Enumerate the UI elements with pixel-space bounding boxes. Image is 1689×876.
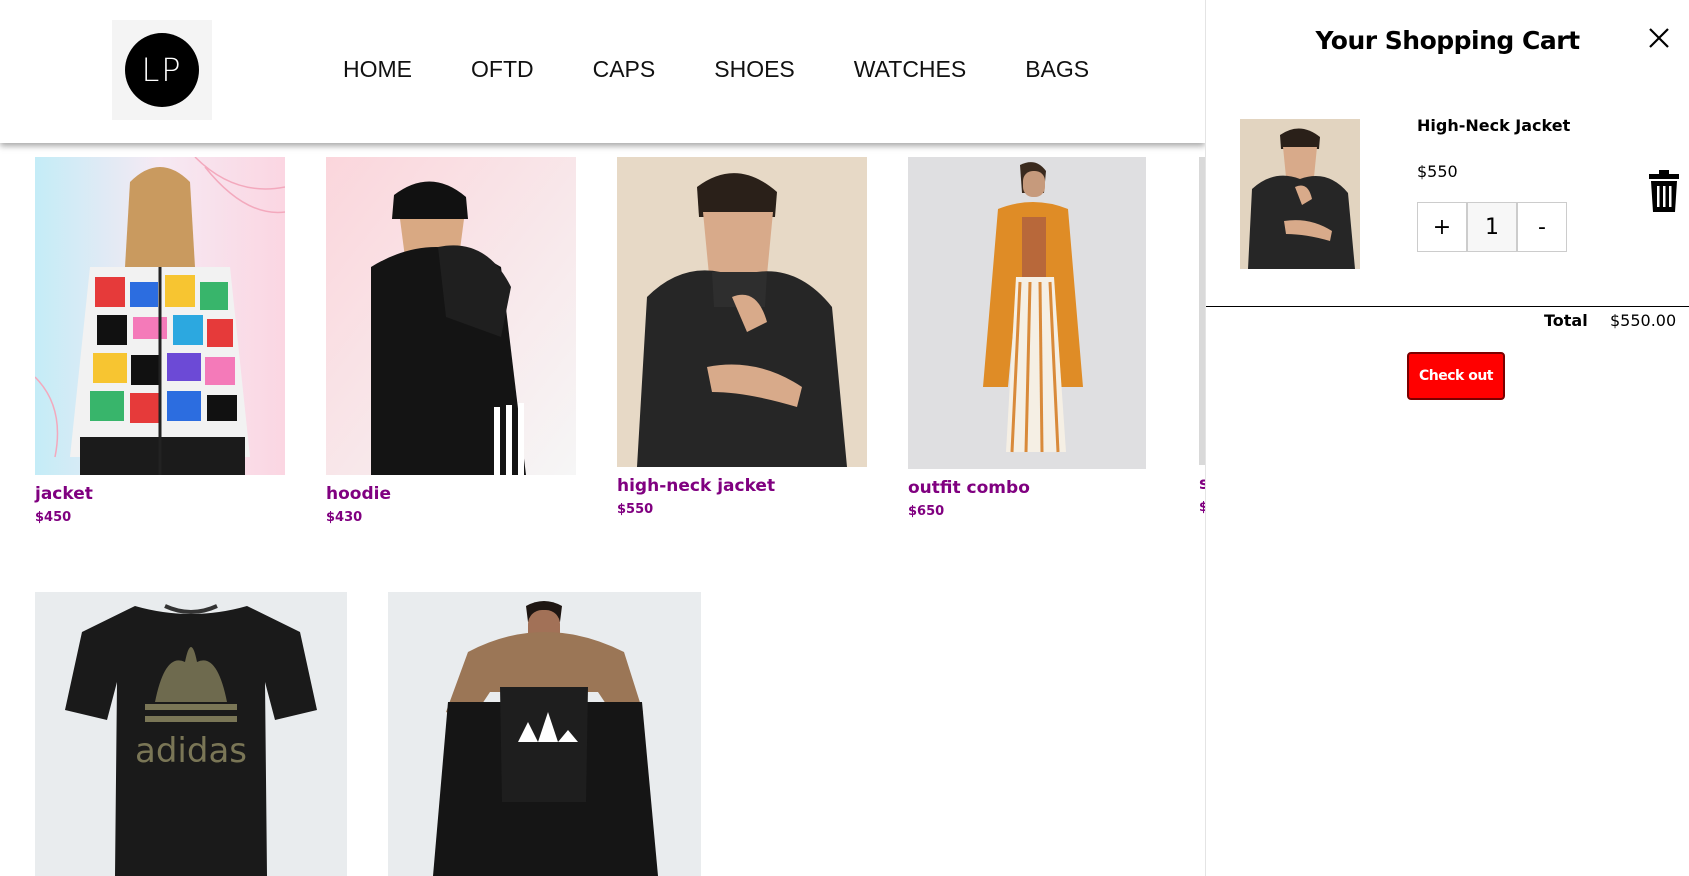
quantity-value: 1 (1467, 202, 1517, 252)
nav-home[interactable]: HOME (343, 56, 412, 83)
cart-item-image (1240, 119, 1360, 269)
product-name[interactable]: high-neck jacket (617, 476, 775, 496)
trash-icon[interactable] (1649, 170, 1679, 212)
close-icon[interactable] (1647, 26, 1671, 50)
product-card[interactable]: outfit combo $650 (908, 157, 1146, 537)
product-card[interactable]: jacket $450 (35, 157, 285, 537)
total-value: $550.00 (1610, 311, 1677, 330)
product-price: $650 (908, 504, 945, 519)
product-name[interactable]: jacket (35, 484, 93, 504)
product-image-tshirt[interactable]: adidas (35, 592, 347, 876)
quantity-stepper: + 1 - (1417, 202, 1567, 252)
product-name[interactable]: hoodie (326, 484, 391, 504)
product-image-outfit-combo[interactable] (908, 157, 1146, 469)
site-header: LP HOME OFTD CAPS SHOES WATCHES BAGS (0, 0, 1205, 143)
total-label: Total (1544, 311, 1588, 330)
nav-oftd[interactable]: OFTD (471, 56, 534, 83)
product-price: $430 (326, 510, 363, 525)
nav-caps[interactable]: CAPS (593, 56, 656, 83)
product-image-jacket[interactable] (35, 157, 285, 475)
product-name[interactable]: outfit combo (908, 478, 1030, 498)
product-card[interactable]: adidas (35, 592, 347, 876)
product-price: $550 (617, 502, 654, 517)
cart-title: Your Shopping Cart (1315, 26, 1580, 55)
svg-text:adidas: adidas (135, 731, 247, 771)
product-image-hoodie[interactable] (326, 157, 576, 475)
nav-shoes[interactable]: SHOES (714, 56, 795, 83)
main-nav: HOME OFTD CAPS SHOES WATCHES BAGS (343, 56, 1089, 83)
cart-item-price: $550 (1417, 162, 1458, 181)
logo-mark: LP (125, 33, 199, 107)
nav-watches[interactable]: WATCHES (854, 56, 966, 83)
quantity-decrease-button[interactable]: - (1517, 202, 1567, 252)
shopping-cart-panel: Your Shopping Cart High-Neck Jacket $550… (1205, 0, 1689, 876)
product-card[interactable]: hoodie $430 (326, 157, 576, 537)
product-card[interactable]: high-neck jacket $550 (617, 157, 867, 537)
product-card[interactable] (388, 592, 701, 876)
product-image-high-neck-jacket[interactable] (617, 157, 867, 467)
cart-item-name: High-Neck Jacket (1417, 116, 1571, 135)
checkout-button[interactable]: Check out (1407, 352, 1505, 400)
quantity-increase-button[interactable]: + (1417, 202, 1467, 252)
nav-bags[interactable]: BAGS (1025, 56, 1089, 83)
product-image-parka[interactable] (388, 592, 701, 876)
product-price: $450 (35, 510, 72, 525)
cart-divider (1206, 306, 1689, 307)
logo[interactable]: LP (112, 20, 212, 120)
